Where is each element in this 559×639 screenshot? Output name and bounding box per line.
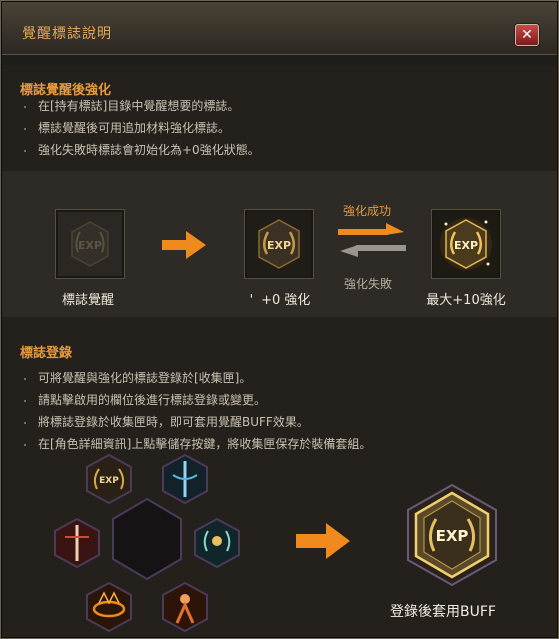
- arrow-right-icon: [162, 231, 206, 259]
- section-heading-register: 標誌登錄: [20, 346, 73, 361]
- emblem-max-icon: EXP: [434, 212, 498, 276]
- awaken-section: 標誌覺醒後強化 在[持有標誌]目錄中覺醒想要的標誌。 標誌覺醒後可用追加材料強化…: [2, 65, 557, 171]
- enhance-flow: EXP 標誌覺醒 EXP ' +0 強化 強化成功 強化失敗 EXP 最大+10…: [2, 171, 557, 317]
- emblem-exp-icon: EXP: [247, 212, 311, 276]
- exp-slot-text: EXP: [99, 476, 119, 486]
- enhance-fail-label: 強化失敗: [344, 277, 393, 291]
- buff-emblem-exp-text: EXP: [436, 527, 469, 545]
- emblem-dim-exp-text: EXP: [78, 239, 102, 252]
- close-button[interactable]: ✕: [515, 24, 539, 46]
- enhance-success-label: 強化成功: [343, 204, 392, 218]
- arrow-right-icon: [296, 523, 350, 559]
- register-description: 可將覺醒與強化的標誌登錄於[收集匣]。 請點擊啟用的欄位後進行標誌登錄或變更。 …: [24, 367, 371, 455]
- buff-emblem-icon: EXP: [407, 483, 497, 587]
- step-plus0-prefix: ': [249, 293, 254, 308]
- description-line: 強化失敗時標誌會初始化為+0強化狀態。: [24, 139, 260, 161]
- title-bar[interactable]: 覺醒標誌說明 ✕: [2, 2, 557, 55]
- red-blade-emblem-slot: [54, 517, 100, 569]
- description-line: 標誌覺醒後可用追加材料強化標誌。: [24, 117, 260, 139]
- emblem-dim-icon: EXP: [58, 212, 122, 276]
- fire-ring-emblem-slot: [86, 581, 132, 633]
- collection-box-hex-grid: EXP: [54, 453, 240, 633]
- emblem-slot-max: EXP: [432, 210, 500, 278]
- awaken-description: 在[持有標誌]目錄中覺醒想要的標誌。 標誌覺醒後可用追加材料強化標誌。 強化失敗…: [24, 95, 260, 161]
- register-section: 標誌登錄 可將覺醒與強化的標誌登錄於[收集匣]。 請點擊啟用的欄位後進行標誌登錄…: [2, 317, 557, 637]
- teal-crest-emblem-slot: [194, 517, 240, 569]
- step-awaken-label: 標誌覺醒: [61, 293, 114, 308]
- step-plus0-text: +0 強化: [261, 293, 311, 308]
- description-line: 在[角色詳細資訊]上點擊儲存按鍵，將收集匣保存於裝備套組。: [24, 433, 371, 455]
- emblem-max-exp-text: EXP: [454, 239, 478, 252]
- center-empty-slot: [112, 497, 182, 581]
- sword-emblem-slot: [162, 453, 208, 505]
- warrior-emblem-slot: [162, 581, 208, 633]
- step-max-label: 最大+10強化: [426, 293, 506, 308]
- description-line: 請點擊啟用的欄位後進行標誌登錄或變更。: [24, 389, 371, 411]
- step-plus0-label: ' +0 強化: [230, 289, 330, 308]
- dialog-window: 覺醒標誌說明 ✕ 標誌覺醒後強化 在[持有標誌]目錄中覺醒想要的標誌。 標誌覺醒…: [0, 0, 559, 639]
- window-title: 覺醒標誌說明: [22, 26, 112, 42]
- emblem-slot-unawakened: EXP: [56, 210, 124, 278]
- description-line: 可將覺醒與強化的標誌登錄於[收集匣]。: [24, 367, 371, 389]
- buff-apply-label: 登錄後套用BUFF: [390, 604, 496, 620]
- emblem-slot-plus0: EXP: [245, 210, 313, 278]
- exp-emblem-slot: EXP: [86, 453, 132, 505]
- description-line: 將標誌登錄於收集匣時，即可套用覺醒BUFF效果。: [24, 411, 371, 433]
- emblem-exp-text: EXP: [267, 239, 291, 252]
- success-fail-arrows-icon: [338, 223, 406, 257]
- description-line: 在[持有標誌]目錄中覺醒想要的標誌。: [24, 95, 260, 117]
